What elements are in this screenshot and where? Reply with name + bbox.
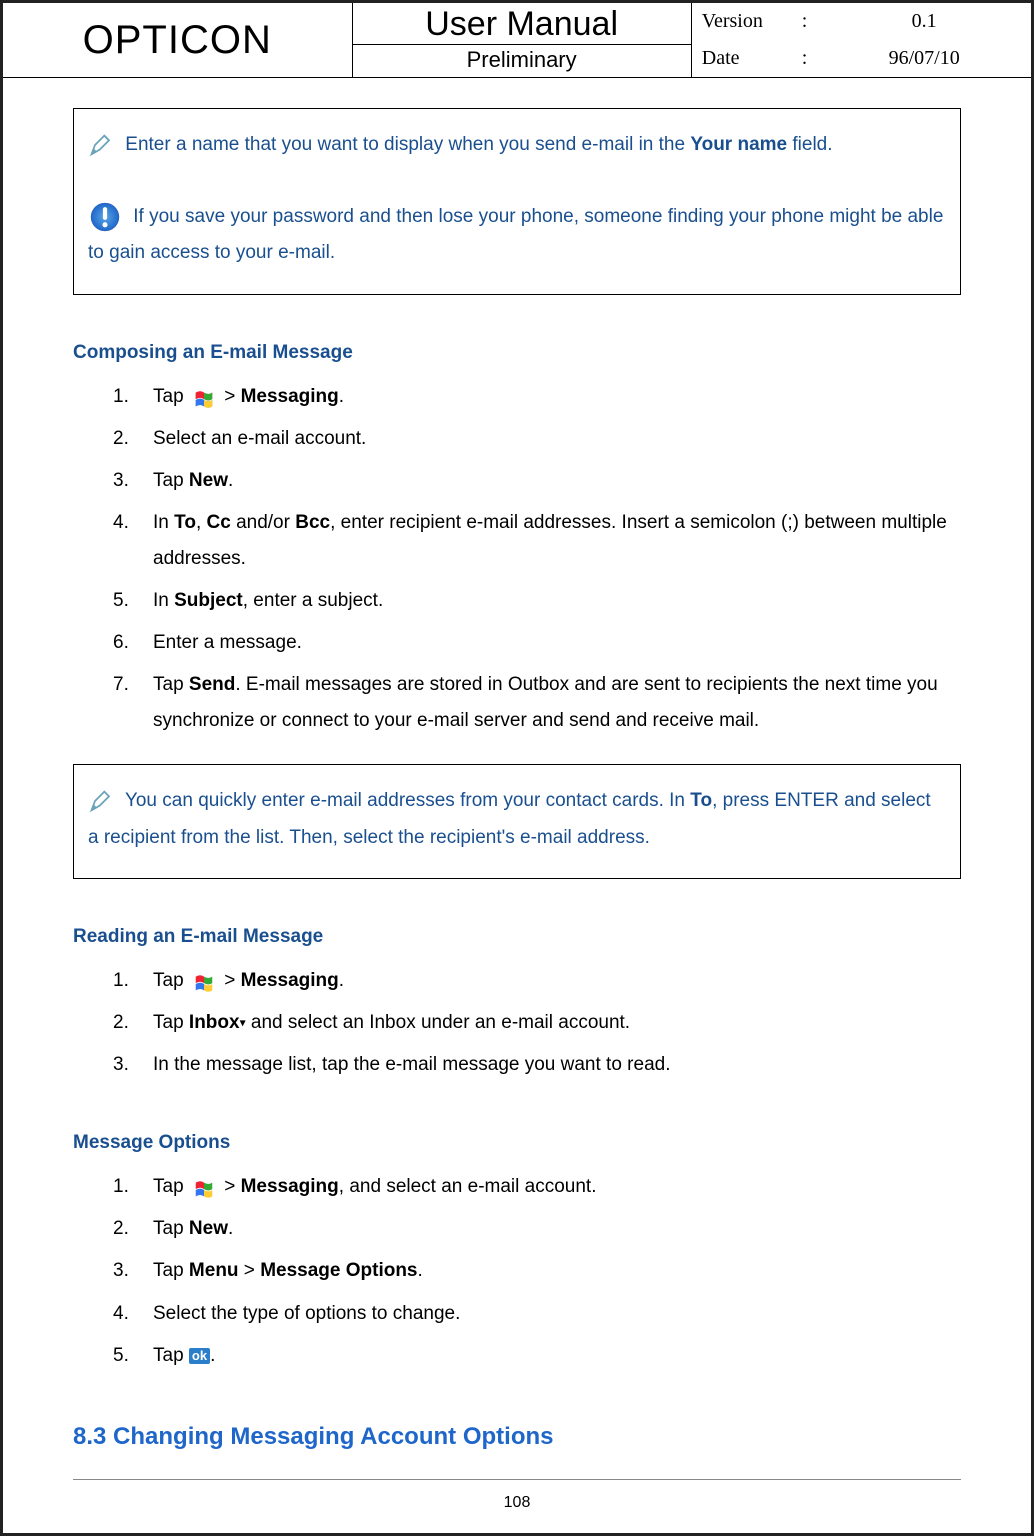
text: . <box>339 386 344 407</box>
colon: : <box>792 3 818 40</box>
list-item: 1. Tap > Messaging, and select an e-mail… <box>113 1169 961 1205</box>
windows-start-icon <box>193 972 215 994</box>
text: > <box>239 1260 261 1281</box>
section-reading-title: Reading an E-mail Message <box>73 919 961 955</box>
content: Enter a name that you want to display wh… <box>3 78 1031 1533</box>
text: Tap <box>153 1260 189 1281</box>
text: and select an Inbox under an e-mail acco… <box>246 1012 630 1033</box>
text: > <box>219 386 241 407</box>
text: Select an e-mail account. <box>153 428 366 449</box>
doc-subtitle: Preliminary <box>353 44 691 77</box>
text: , <box>196 512 207 533</box>
document-page: OPTICON User Manual Preliminary Version … <box>0 0 1034 1536</box>
text-bold: Subject <box>174 590 243 611</box>
windows-start-icon <box>193 1178 215 1200</box>
list-item: 7.Tap Send. E-mail messages are stored i… <box>113 667 961 739</box>
text-bold: Bcc <box>295 512 330 533</box>
colon: : <box>792 40 818 77</box>
text: Tap <box>153 1176 189 1197</box>
text: Tap <box>153 1218 189 1239</box>
text: In the message list, tap the e-mail mess… <box>153 1054 671 1075</box>
title-cell: User Manual Preliminary <box>353 3 692 77</box>
list-item: 2.Tap New. <box>113 1211 961 1247</box>
tip1-text: Enter a name that you want to display wh… <box>125 134 690 155</box>
text: Tap <box>153 1345 189 1366</box>
text: Tap <box>153 970 189 991</box>
text-bold: Messaging <box>241 1176 339 1197</box>
text-bold: To <box>174 512 196 533</box>
text: Select the type of options to change. <box>153 1303 460 1324</box>
text: In <box>153 590 174 611</box>
brand-cell: OPTICON <box>3 3 353 77</box>
text: . E-mail messages are stored in Outbox a… <box>153 674 938 731</box>
date-label: Date <box>692 40 792 77</box>
text: > <box>219 1176 241 1197</box>
meta-cell: Version : 0.1 Date : 96/07/10 <box>692 3 1031 77</box>
list-item: 3.In the message list, tap the e-mail me… <box>113 1047 961 1083</box>
warning-text: If you save your password and then lose … <box>88 206 943 263</box>
alert-icon <box>88 199 128 235</box>
text: . <box>418 1260 423 1281</box>
tip2-text: You can quickly enter e-mail addresses f… <box>125 791 690 812</box>
tip1-bold: Your name <box>690 134 787 155</box>
list-item: 3.Tap Menu > Message Options. <box>113 1253 961 1289</box>
text: , enter a subject. <box>243 590 383 611</box>
text-bold: Message Options <box>260 1260 417 1281</box>
section-msgoptions-title: Message Options <box>73 1125 961 1161</box>
text: . <box>210 1345 215 1366</box>
page-number: 108 <box>73 1479 961 1522</box>
section-composing-list: 1. Tap > Messaging. 2.Select an e-mail a… <box>73 379 961 740</box>
text: Tap <box>153 1012 189 1033</box>
tip2-bold: To <box>690 791 712 812</box>
list-item: 3.Tap New. <box>113 463 961 499</box>
text-bold: New <box>189 470 228 491</box>
text: In <box>153 512 174 533</box>
text: Tap <box>153 470 189 491</box>
text-bold: Cc <box>207 512 231 533</box>
list-item: 6.Enter a message. <box>113 625 961 661</box>
date-value: 96/07/10 <box>817 40 1031 77</box>
tip-box-2: You can quickly enter e-mail addresses f… <box>73 764 961 878</box>
pencil-tip-icon <box>88 127 120 163</box>
text: Enter a message. <box>153 632 302 653</box>
windows-start-icon <box>193 388 215 410</box>
text: . <box>228 470 233 491</box>
header: OPTICON User Manual Preliminary Version … <box>3 3 1031 78</box>
text: . <box>228 1218 233 1239</box>
list-item: 1. Tap > Messaging. <box>113 379 961 415</box>
text: , and select an e-mail account. <box>339 1176 597 1197</box>
version-value: 0.1 <box>817 3 1031 40</box>
list-item: 2.Tap Inbox▾ and select an Inbox under a… <box>113 1005 961 1041</box>
text: Tap <box>153 386 189 407</box>
doc-title: User Manual <box>353 3 691 44</box>
section-8-3-title: 8.3 Changing Messaging Account Options <box>73 1414 961 1460</box>
section-reading-list: 1. Tap > Messaging. 2.Tap Inbox▾ and sel… <box>73 963 961 1083</box>
text: Tap <box>153 674 189 695</box>
text-bold: Messaging <box>241 970 339 991</box>
text-bold: New <box>189 1218 228 1239</box>
list-item: 5.Tap ok. <box>113 1338 961 1374</box>
pencil-tip-icon <box>88 783 120 819</box>
text: . <box>339 970 344 991</box>
list-item: 5.In Subject, enter a subject. <box>113 583 961 619</box>
text-bold: Menu <box>189 1260 239 1281</box>
text: and/or <box>231 512 295 533</box>
text-bold: Send <box>189 674 235 695</box>
ok-button-icon: ok <box>189 1348 210 1364</box>
list-item: 1. Tap > Messaging. <box>113 963 961 999</box>
tip-warning-box: Enter a name that you want to display wh… <box>73 108 961 295</box>
list-item: 2.Select an e-mail account. <box>113 421 961 457</box>
tip1-text-end: field. <box>787 134 832 155</box>
section-msgoptions-list: 1. Tap > Messaging, and select an e-mail… <box>73 1169 961 1373</box>
text-bold: Inbox <box>189 1012 240 1033</box>
section-composing-title: Composing an E-mail Message <box>73 335 961 371</box>
text-bold: Messaging <box>241 386 339 407</box>
version-label: Version <box>692 3 792 40</box>
text: > <box>219 970 241 991</box>
list-item: 4.In To, Cc and/or Bcc, enter recipient … <box>113 505 961 577</box>
list-item: 4.Select the type of options to change. <box>113 1296 961 1332</box>
